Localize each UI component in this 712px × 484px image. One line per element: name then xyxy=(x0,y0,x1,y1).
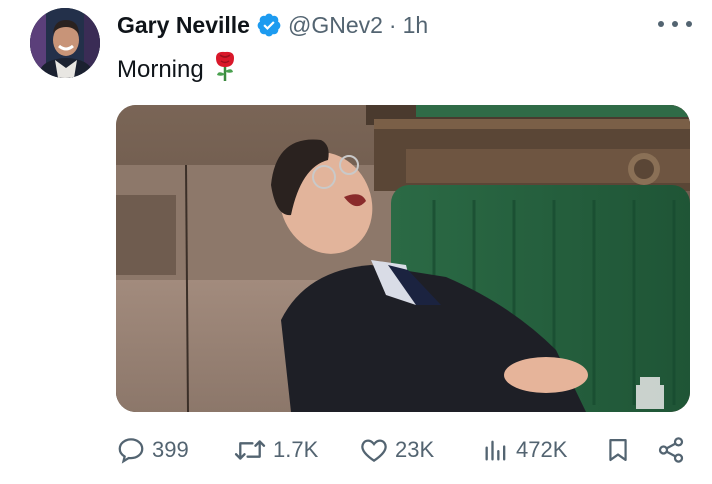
more-dot xyxy=(686,21,692,27)
tweet-actions: 399 1.7K 23K 472K xyxy=(116,430,690,470)
like-button[interactable]: 23K xyxy=(359,430,434,470)
share-button[interactable] xyxy=(656,430,686,470)
tweet-media-photo[interactable] xyxy=(116,105,690,412)
like-count: 23K xyxy=(395,437,435,462)
rose-emoji xyxy=(212,50,238,90)
views-button[interactable]: 472K xyxy=(482,430,567,470)
views-icon xyxy=(482,435,510,465)
display-name[interactable]: Gary Neville xyxy=(117,10,250,40)
retweet-count: 1.7K xyxy=(273,437,319,462)
reply-button[interactable]: 399 xyxy=(116,430,189,470)
bookmark-icon xyxy=(604,435,632,465)
bookmark-button[interactable] xyxy=(604,430,632,470)
more-options-icon[interactable] xyxy=(658,12,692,36)
verified-badge-icon xyxy=(256,12,282,38)
avatar[interactable] xyxy=(30,8,100,78)
handle[interactable]: @GNev2 xyxy=(288,10,383,40)
tweet-header: Gary Neville @GNev2 · 1h xyxy=(117,10,428,40)
reply-icon xyxy=(116,435,146,465)
reply-count: 399 xyxy=(152,437,189,462)
views-count: 472K xyxy=(516,437,568,462)
tweet-text-content: Morning xyxy=(117,56,204,83)
share-icon xyxy=(656,435,686,465)
timestamp[interactable]: 1h xyxy=(403,10,429,40)
retweet-button[interactable]: 1.7K xyxy=(233,430,318,470)
retweet-icon xyxy=(233,435,267,465)
more-dot xyxy=(672,21,678,27)
separator-dot: · xyxy=(388,12,397,38)
heart-icon xyxy=(359,435,389,465)
more-dot xyxy=(658,21,664,27)
tweet-text: Morning xyxy=(117,50,238,90)
